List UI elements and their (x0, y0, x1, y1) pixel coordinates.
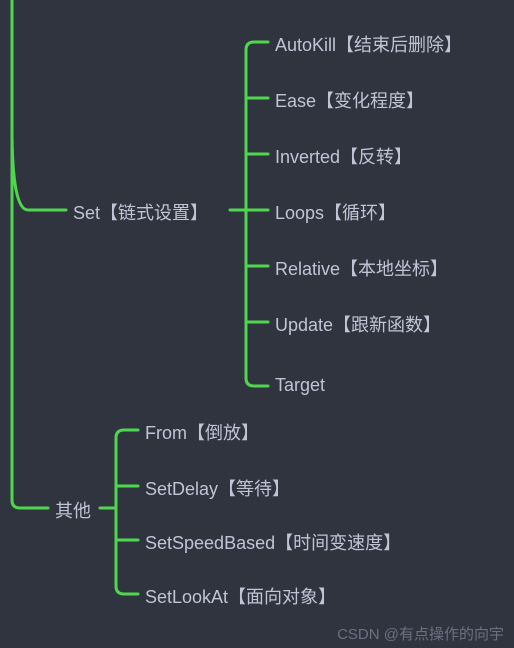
node-setdelay: SetDelay【等待】 (145, 475, 290, 501)
node-update: Update【跟新函数】 (275, 311, 441, 337)
node-from: From【倒放】 (145, 419, 259, 445)
node-autokill: AutoKill【结束后删除】 (275, 31, 462, 57)
node-other: 其他 (55, 497, 91, 523)
node-inverted: Inverted【反转】 (275, 143, 412, 169)
node-target: Target (275, 375, 325, 396)
node-loops: Loops【循环】 (275, 199, 396, 225)
node-ease: Ease【变化程度】 (275, 87, 424, 113)
node-set: Set【链式设置】 (73, 199, 208, 225)
node-setspeedbased: SetSpeedBased【时间变速度】 (145, 529, 401, 555)
node-relative: Relative【本地坐标】 (275, 255, 448, 281)
node-setlookat: SetLookAt【面向对象】 (145, 583, 336, 609)
csdn-watermark: CSDN @有点操作的向宇 (337, 623, 504, 644)
